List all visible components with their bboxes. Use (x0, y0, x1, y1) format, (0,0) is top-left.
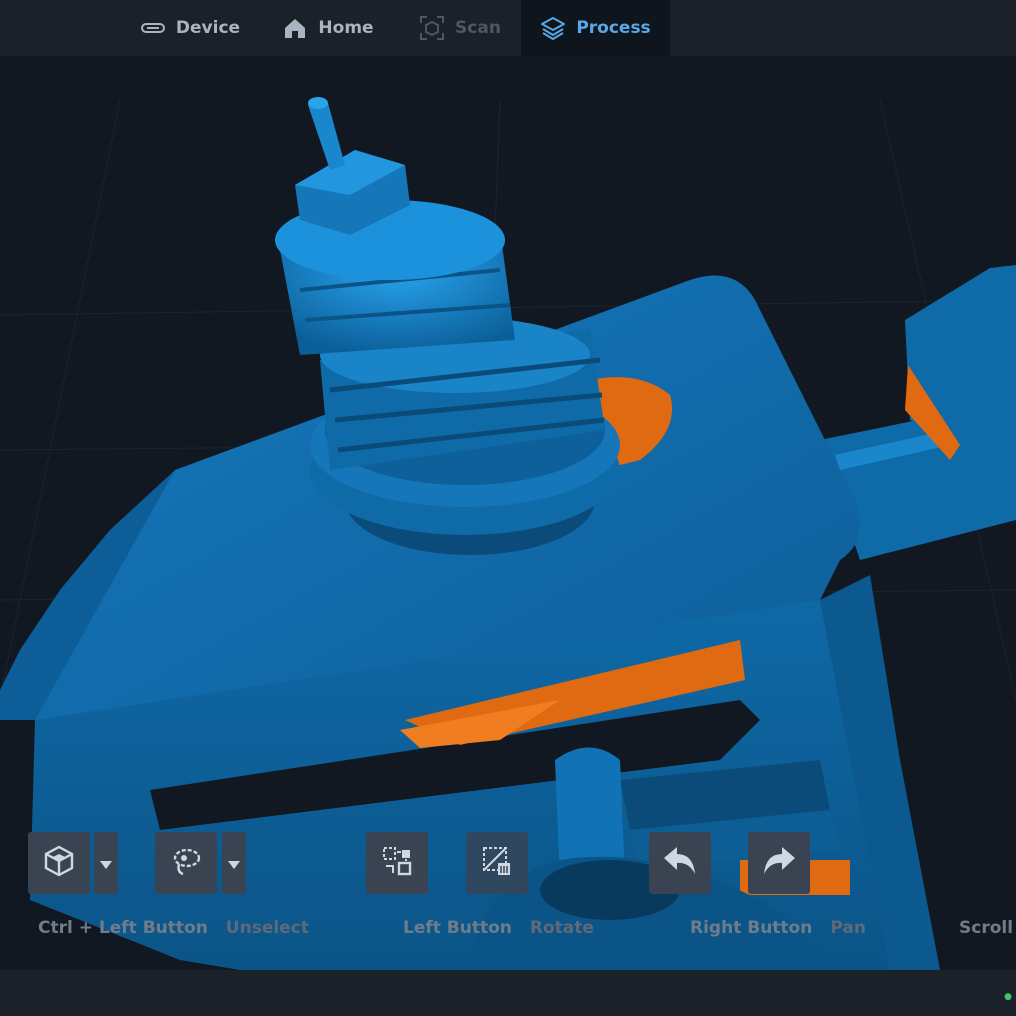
lasso-icon (169, 844, 203, 882)
view-dropdown-button[interactable] (94, 832, 118, 894)
tab-device-label: Device (175, 18, 241, 38)
caret-down-icon (100, 854, 112, 873)
redo-button[interactable] (748, 832, 810, 894)
delete-selection-button[interactable] (466, 832, 528, 894)
tab-home[interactable]: Home (276, 0, 380, 56)
scan-icon (419, 15, 445, 41)
undo-button[interactable] (649, 832, 711, 894)
invert-select-button[interactable] (366, 832, 428, 894)
tab-scan-label: Scan (455, 18, 501, 38)
tab-device[interactable]: Device (132, 0, 248, 56)
cube-icon (42, 844, 76, 882)
tab-process[interactable]: Process (521, 0, 670, 56)
layers-icon (540, 15, 566, 41)
status-bar: ● (0, 970, 1016, 1016)
caret-down-icon (228, 854, 240, 873)
selection-dropdown-button[interactable] (222, 832, 246, 894)
tab-process-label: Process (576, 18, 651, 38)
device-icon (140, 15, 166, 41)
view-cube-button[interactable] (28, 832, 90, 894)
app-window: Device Home Scan Process Ctrl + Left But… (0, 0, 1016, 1016)
connection-status-icon: ● (1004, 992, 1012, 1002)
swap-select-icon (380, 844, 414, 882)
tab-scan[interactable]: Scan (410, 0, 510, 56)
redo-icon (760, 844, 798, 882)
undo-icon (661, 844, 699, 882)
top-nav: Device Home Scan Process (0, 0, 1016, 56)
home-icon (282, 15, 308, 41)
delete-selection-icon (480, 844, 514, 882)
lasso-select-button[interactable] (155, 832, 217, 894)
tab-home-label: Home (318, 18, 374, 38)
